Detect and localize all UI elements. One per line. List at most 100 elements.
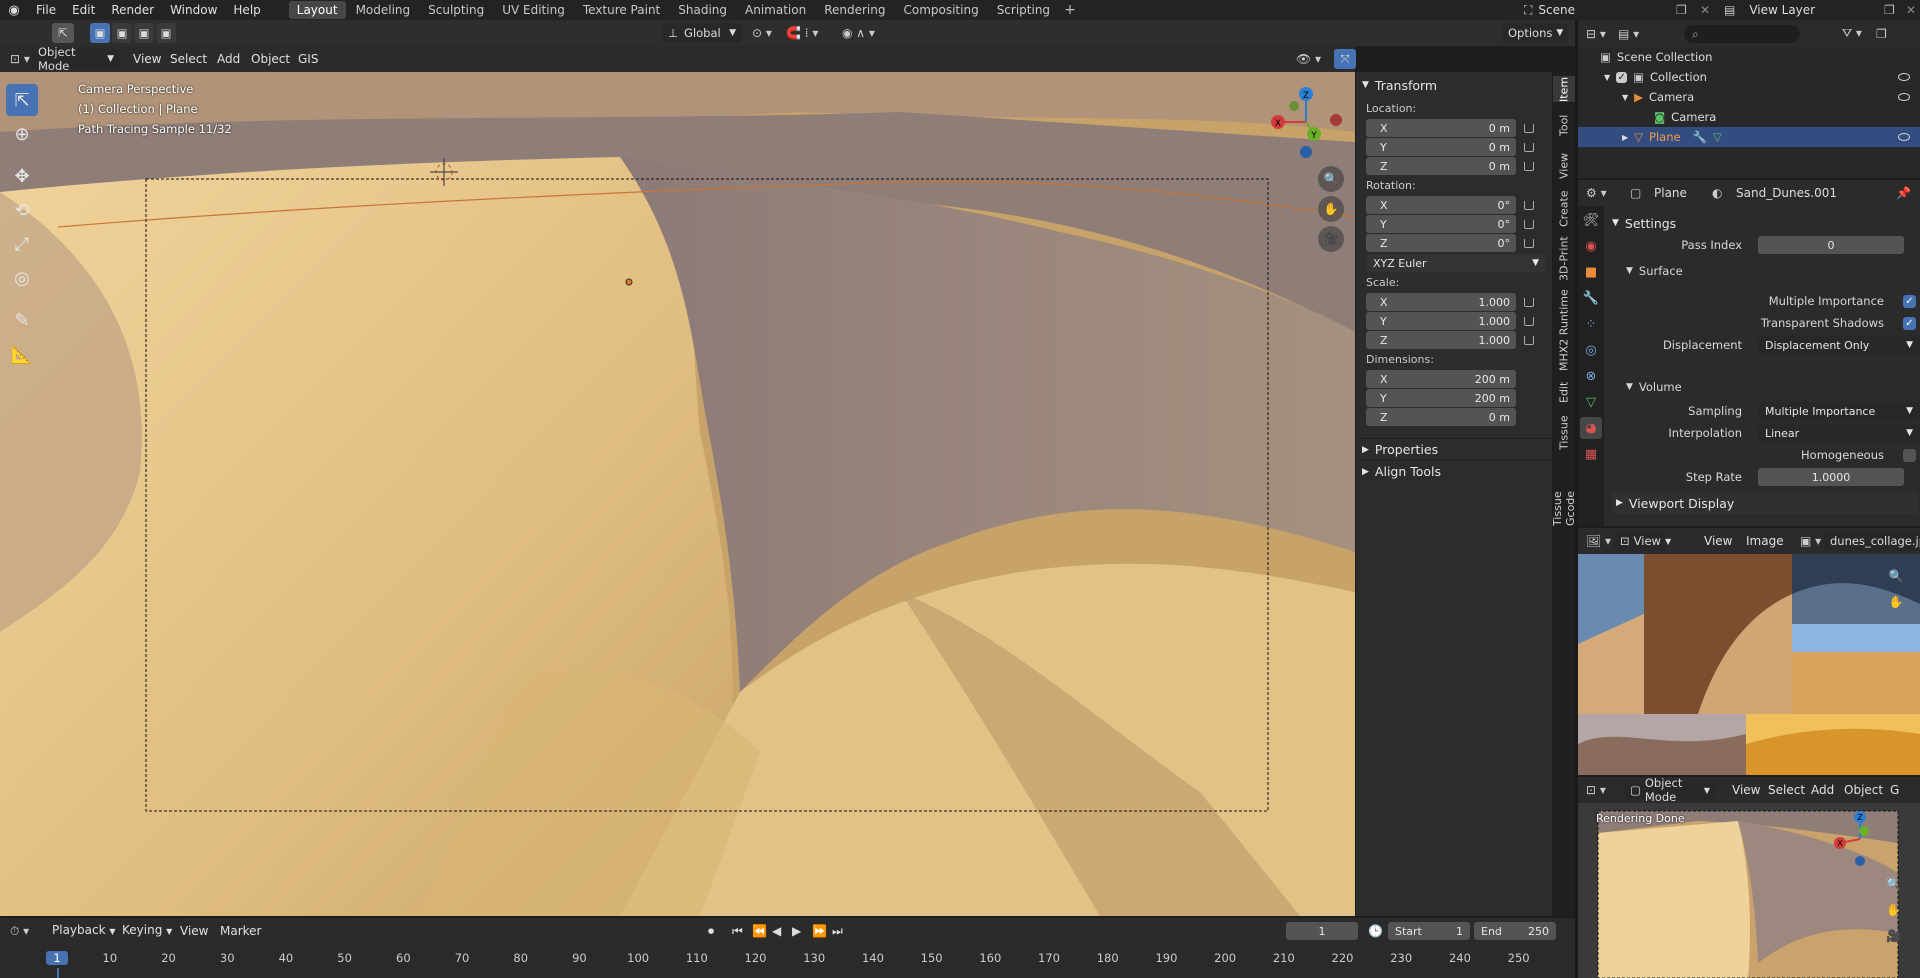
physics-tab-icon[interactable]: ◎ [1580, 339, 1602, 361]
sidebar-tab-tissue[interactable]: Tissue [1553, 412, 1575, 454]
viewport-display-panel-header[interactable]: ▶ Viewport Display [1612, 492, 1918, 514]
timeline-menu-marker[interactable]: Marker [212, 921, 269, 941]
lock-icon[interactable] [1524, 239, 1534, 248]
lock-icon[interactable] [1524, 124, 1534, 133]
play-reverse-icon[interactable]: ◀ [772, 924, 781, 938]
rotation-x-field[interactable]: X 0° [1366, 196, 1516, 214]
measure-icon[interactable]: 📐 [6, 338, 38, 370]
sidebar-tab-item[interactable]: Item [1553, 76, 1575, 102]
move-icon[interactable]: ✥ [6, 160, 38, 192]
rotation-y-field[interactable]: Y 0° [1366, 215, 1516, 233]
outliner-search-input[interactable]: ⌕ [1684, 24, 1800, 43]
preview-pan-icon[interactable]: ✋ [1886, 903, 1901, 917]
image-browse-icon[interactable]: ▣ ▾ [1800, 534, 1821, 548]
menu-file[interactable]: File [28, 0, 64, 20]
lock-icon[interactable] [1524, 162, 1534, 171]
modifier-tab-icon[interactable]: 🔧 [1580, 287, 1602, 309]
dimensions-y-field[interactable]: Y 200 m [1366, 389, 1516, 407]
multiple-importance-row[interactable]: Multiple Importance ✓ [1608, 290, 1916, 312]
preview-object-mode-dropdown[interactable]: ▢ Object Mode ▼ [1624, 776, 1716, 804]
pan-view-icon[interactable]: ✋ [1318, 196, 1344, 222]
rotation-z-field[interactable]: Z 0° [1366, 234, 1516, 252]
homogeneous-row[interactable]: Homogeneous [1608, 444, 1916, 466]
sidebar-tab-edit[interactable]: Edit [1553, 376, 1575, 408]
preview-camera-icon[interactable]: 🎥 [1886, 929, 1901, 943]
eye-icon[interactable] [1898, 73, 1910, 81]
render-tab-icon[interactable]: ◉ [1580, 235, 1602, 257]
select-subtract-icon[interactable]: ▣ [134, 23, 154, 43]
transform-icon[interactable]: ◎ [6, 262, 38, 294]
outliner-row-camera-data[interactable]: ◙ Camera [1578, 107, 1920, 127]
eye-icon[interactable] [1898, 133, 1910, 141]
collection-checkbox[interactable]: ✓ [1616, 71, 1628, 83]
image-name-field[interactable]: dunes_collage.jpg [1824, 531, 1920, 551]
properties-editor-type-icon[interactable]: ⚙ ▾ [1586, 186, 1607, 200]
visibility-icon[interactable]: 👁 ▾ [1296, 52, 1321, 66]
playback-menu[interactable]: Playback ▼ [44, 920, 124, 942]
current-frame-field[interactable]: 1 [1286, 922, 1358, 940]
viewport-menu-select[interactable]: Select [162, 49, 215, 69]
workspace-tab-sculpting[interactable]: Sculpting [420, 1, 492, 19]
options-dropdown[interactable]: Options ▼ [1502, 23, 1568, 43]
menu-render[interactable]: Render [103, 0, 162, 20]
preview-menu-g[interactable]: G [1882, 780, 1907, 800]
pin-icon[interactable]: 📌 [1896, 186, 1911, 200]
snap-icon[interactable]: 🧲 ⁞ ▾ [786, 26, 818, 40]
workspace-tab-scripting[interactable]: Scripting [989, 1, 1058, 19]
interpolation-dropdown[interactable]: Linear ▼ [1758, 424, 1920, 442]
workspace-tab-texture-paint[interactable]: Texture Paint [575, 1, 668, 19]
playhead-line[interactable] [57, 968, 59, 978]
select-extend-icon[interactable]: ▣ [112, 23, 132, 43]
prev-keyframe-icon[interactable]: ⏪ [752, 924, 767, 938]
select-mode-group[interactable]: ▣ ▣ ▣ ▣ [90, 23, 176, 43]
lock-icon[interactable] [1524, 201, 1534, 210]
workspace-tab-rendering[interactable]: Rendering [816, 1, 893, 19]
viewport-menu-gis[interactable]: GIS [290, 49, 326, 69]
lock-icon[interactable] [1524, 143, 1534, 152]
workspace-tab-shading[interactable]: Shading [670, 1, 735, 19]
workspace-tab-layout[interactable]: Layout [288, 1, 346, 19]
homogeneous-checkbox[interactable] [1903, 448, 1916, 462]
filter-icon[interactable]: ⛛ ▾ [1842, 26, 1862, 41]
menu-edit[interactable]: Edit [64, 0, 103, 20]
material-name[interactable]: Sand_Dunes.001 [1736, 186, 1837, 200]
proportional-edit-icon[interactable]: ◉ ∧ ▾ [842, 26, 875, 40]
scale-y-field[interactable]: Y 1.000 [1366, 312, 1516, 330]
blender-logo-icon[interactable]: ◉ [0, 0, 28, 20]
sidebar-tab-create[interactable]: Create [1553, 188, 1575, 230]
particles-tab-icon[interactable]: ⁘ [1580, 313, 1602, 335]
lock-icon[interactable] [1524, 298, 1534, 307]
timeline-menu-view[interactable]: View [172, 921, 216, 941]
settings-panel-header[interactable]: ▼ Settings [1612, 212, 1676, 234]
preview-navigation-gizmo[interactable]: Z X [1830, 809, 1890, 869]
menu-help[interactable]: Help [225, 0, 268, 20]
object-mode-dropdown[interactable]: Object Mode ▼ [32, 45, 120, 73]
new-scene-icon[interactable]: ❐ [1676, 3, 1687, 17]
location-x-field[interactable]: X 0 m [1366, 119, 1516, 137]
sidebar-tab-view[interactable]: View [1553, 148, 1575, 184]
align-tools-panel-header[interactable]: ▶ Align Tools [1356, 460, 1552, 482]
scale-x-field[interactable]: X 1.000 [1366, 293, 1516, 311]
location-z-field[interactable]: Z 0 m [1366, 157, 1516, 175]
transparent-shadows-row[interactable]: Transparent Shadows ✓ [1608, 312, 1916, 334]
keying-menu[interactable]: Keying ▼ [114, 920, 180, 942]
properties-panel-header[interactable]: ▶ Properties [1356, 438, 1552, 460]
data-tab-icon[interactable]: ▽ [1580, 391, 1602, 413]
menu-window[interactable]: Window [162, 0, 225, 20]
workspace-tab-modeling[interactable]: Modeling [348, 1, 419, 19]
displacement-dropdown[interactable]: Displacement Only ▼ [1758, 336, 1920, 354]
editor-type-icon[interactable]: ⊡ ▾ [10, 52, 30, 66]
zoom-view-icon[interactable]: 🔍 [1318, 166, 1344, 192]
transparent-shadows-checkbox[interactable]: ✓ [1903, 316, 1916, 330]
object-name[interactable]: Plane [1654, 186, 1687, 200]
workspace-tab-compositing[interactable]: Compositing [895, 1, 986, 19]
camera-preview-viewport[interactable]: ⊡ ▾ ▢ Object Mode ▼ View Select Add Obje… [1578, 776, 1920, 978]
lock-icon[interactable] [1524, 336, 1534, 345]
workspace-tab-uv-editing[interactable]: UV Editing [494, 1, 573, 19]
dimensions-z-field[interactable]: Z 0 m [1366, 408, 1516, 426]
sampling-dropdown[interactable]: Multiple Importance ▼ [1758, 402, 1920, 420]
lock-icon[interactable] [1524, 220, 1534, 229]
image-menu-view[interactable]: View [1696, 531, 1740, 551]
rotation-mode-dropdown[interactable]: XYZ Euler ▼ [1366, 254, 1546, 272]
rotate-icon[interactable]: ⟲ [6, 194, 38, 226]
